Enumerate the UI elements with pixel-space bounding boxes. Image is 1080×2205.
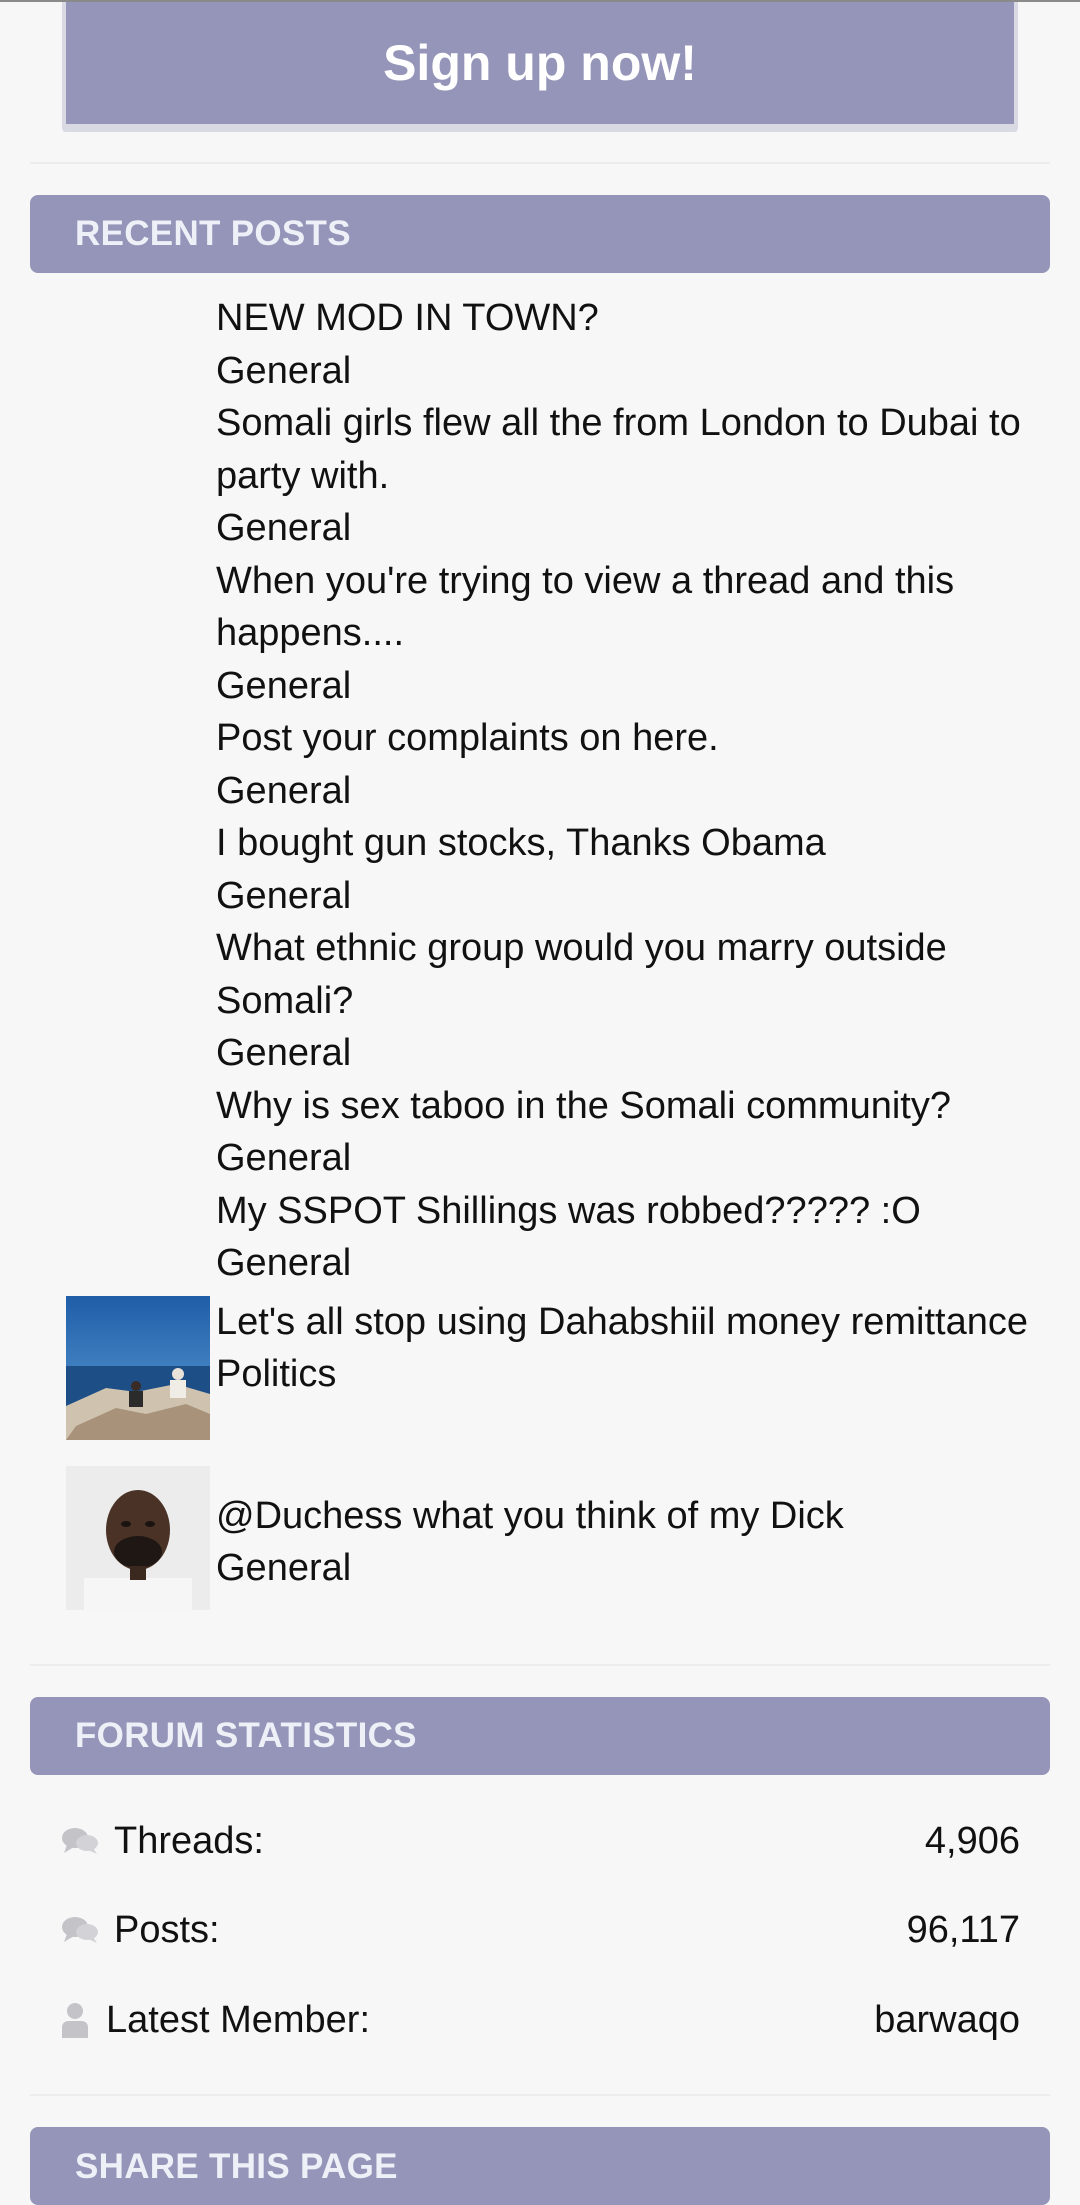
avatar-placeholder — [66, 555, 210, 713]
stat-value: 96,117 — [906, 1908, 1020, 1951]
avatar[interactable] — [66, 1465, 210, 1610]
avatar-placeholder — [66, 397, 210, 555]
list-item: @Duchess what you think of my Dick Gener… — [0, 1465, 1080, 1610]
user-icon — [60, 2000, 90, 2040]
signup-panel: Sign up now! — [62, 2, 1018, 132]
forum-statistics-header: FORUM STATISTICS — [30, 1697, 1050, 1775]
post-forum-link[interactable]: General — [216, 765, 1066, 818]
post-title-link[interactable]: What ethnic group would you marry outsid… — [216, 922, 1066, 1027]
stat-label: Posts: — [114, 1908, 220, 1951]
stat-latest-member: Latest Member: barwaqo — [60, 1990, 1020, 2050]
list-item: When you're trying to view a thread and … — [0, 555, 1080, 713]
avatar-placeholder — [66, 292, 210, 397]
post-title-link[interactable]: Why is sex taboo in the Somali community… — [216, 1080, 1066, 1133]
list-item: Post your complaints on here. General — [0, 712, 1080, 817]
speech-bubbles-icon — [60, 1821, 100, 1861]
stat-posts: Posts: 96,117 — [60, 1900, 1020, 1960]
post-forum-link[interactable]: General — [216, 1027, 1066, 1080]
post-title-link[interactable]: NEW MOD IN TOWN? — [216, 292, 1066, 345]
post-forum-link[interactable]: General — [216, 345, 1066, 398]
list-item: What ethnic group would you marry outsid… — [0, 922, 1080, 1080]
section-divider — [30, 2094, 1050, 2096]
post-title-link[interactable]: Somali girls flew all the from London to… — [216, 397, 1066, 502]
post-forum-link[interactable]: Politics — [216, 1348, 1066, 1401]
latest-member-link[interactable]: barwaqo — [874, 1999, 1020, 2042]
post-title-link[interactable]: My SSPOT Shillings was robbed????? :O — [216, 1185, 1066, 1238]
post-forum-link[interactable]: General — [216, 660, 1066, 713]
post-title-link[interactable]: @Duchess what you think of my Dick — [216, 1490, 1066, 1543]
seaside-photo — [66, 1295, 210, 1440]
post-title-link[interactable]: Post your complaints on here. — [216, 712, 1066, 765]
post-forum-link[interactable]: General — [216, 1132, 1066, 1185]
section-divider — [30, 162, 1050, 164]
mugshot-photo — [66, 1465, 210, 1610]
signup-button[interactable]: Sign up now! — [66, 2, 1014, 124]
post-title-link[interactable]: Let's all stop using Dahabshiil money re… — [216, 1296, 1066, 1349]
list-item: My SSPOT Shillings was robbed????? :O Ge… — [0, 1185, 1080, 1290]
speech-bubbles-icon — [60, 1910, 100, 1950]
post-title-link[interactable]: I bought gun stocks, Thanks Obama — [216, 817, 1066, 870]
post-forum-link[interactable]: General — [216, 870, 1066, 923]
section-divider — [30, 1664, 1050, 1666]
list-item: Why is sex taboo in the Somali community… — [0, 1080, 1080, 1185]
list-item: Let's all stop using Dahabshiil money re… — [0, 1295, 1080, 1440]
stat-threads: Threads: 4,906 — [60, 1811, 1020, 1871]
list-item: NEW MOD IN TOWN? General — [0, 292, 1080, 397]
stat-label: Latest Member: — [106, 1998, 370, 2041]
recent-posts-list: NEW MOD IN TOWN? General Somali girls fl… — [0, 292, 1080, 1610]
post-forum-link[interactable]: General — [216, 502, 1066, 555]
recent-posts-header: RECENT POSTS — [30, 195, 1050, 273]
avatar-placeholder — [66, 817, 210, 922]
avatar-placeholder — [66, 1080, 210, 1185]
list-item: I bought gun stocks, Thanks Obama Genera… — [0, 817, 1080, 922]
post-title-link[interactable]: When you're trying to view a thread and … — [216, 555, 1066, 660]
post-forum-link[interactable]: General — [216, 1237, 1066, 1290]
stat-value: 4,906 — [924, 1819, 1020, 1862]
avatar-placeholder — [66, 1185, 210, 1290]
list-item: Somali girls flew all the from London to… — [0, 397, 1080, 555]
avatar[interactable] — [66, 1295, 210, 1440]
stat-label: Threads: — [114, 1819, 264, 1862]
share-page-header: SHARE THIS PAGE — [30, 2127, 1050, 2205]
post-forum-link[interactable]: General — [216, 1542, 1066, 1595]
avatar-placeholder — [66, 712, 210, 817]
avatar-placeholder — [66, 922, 210, 1080]
